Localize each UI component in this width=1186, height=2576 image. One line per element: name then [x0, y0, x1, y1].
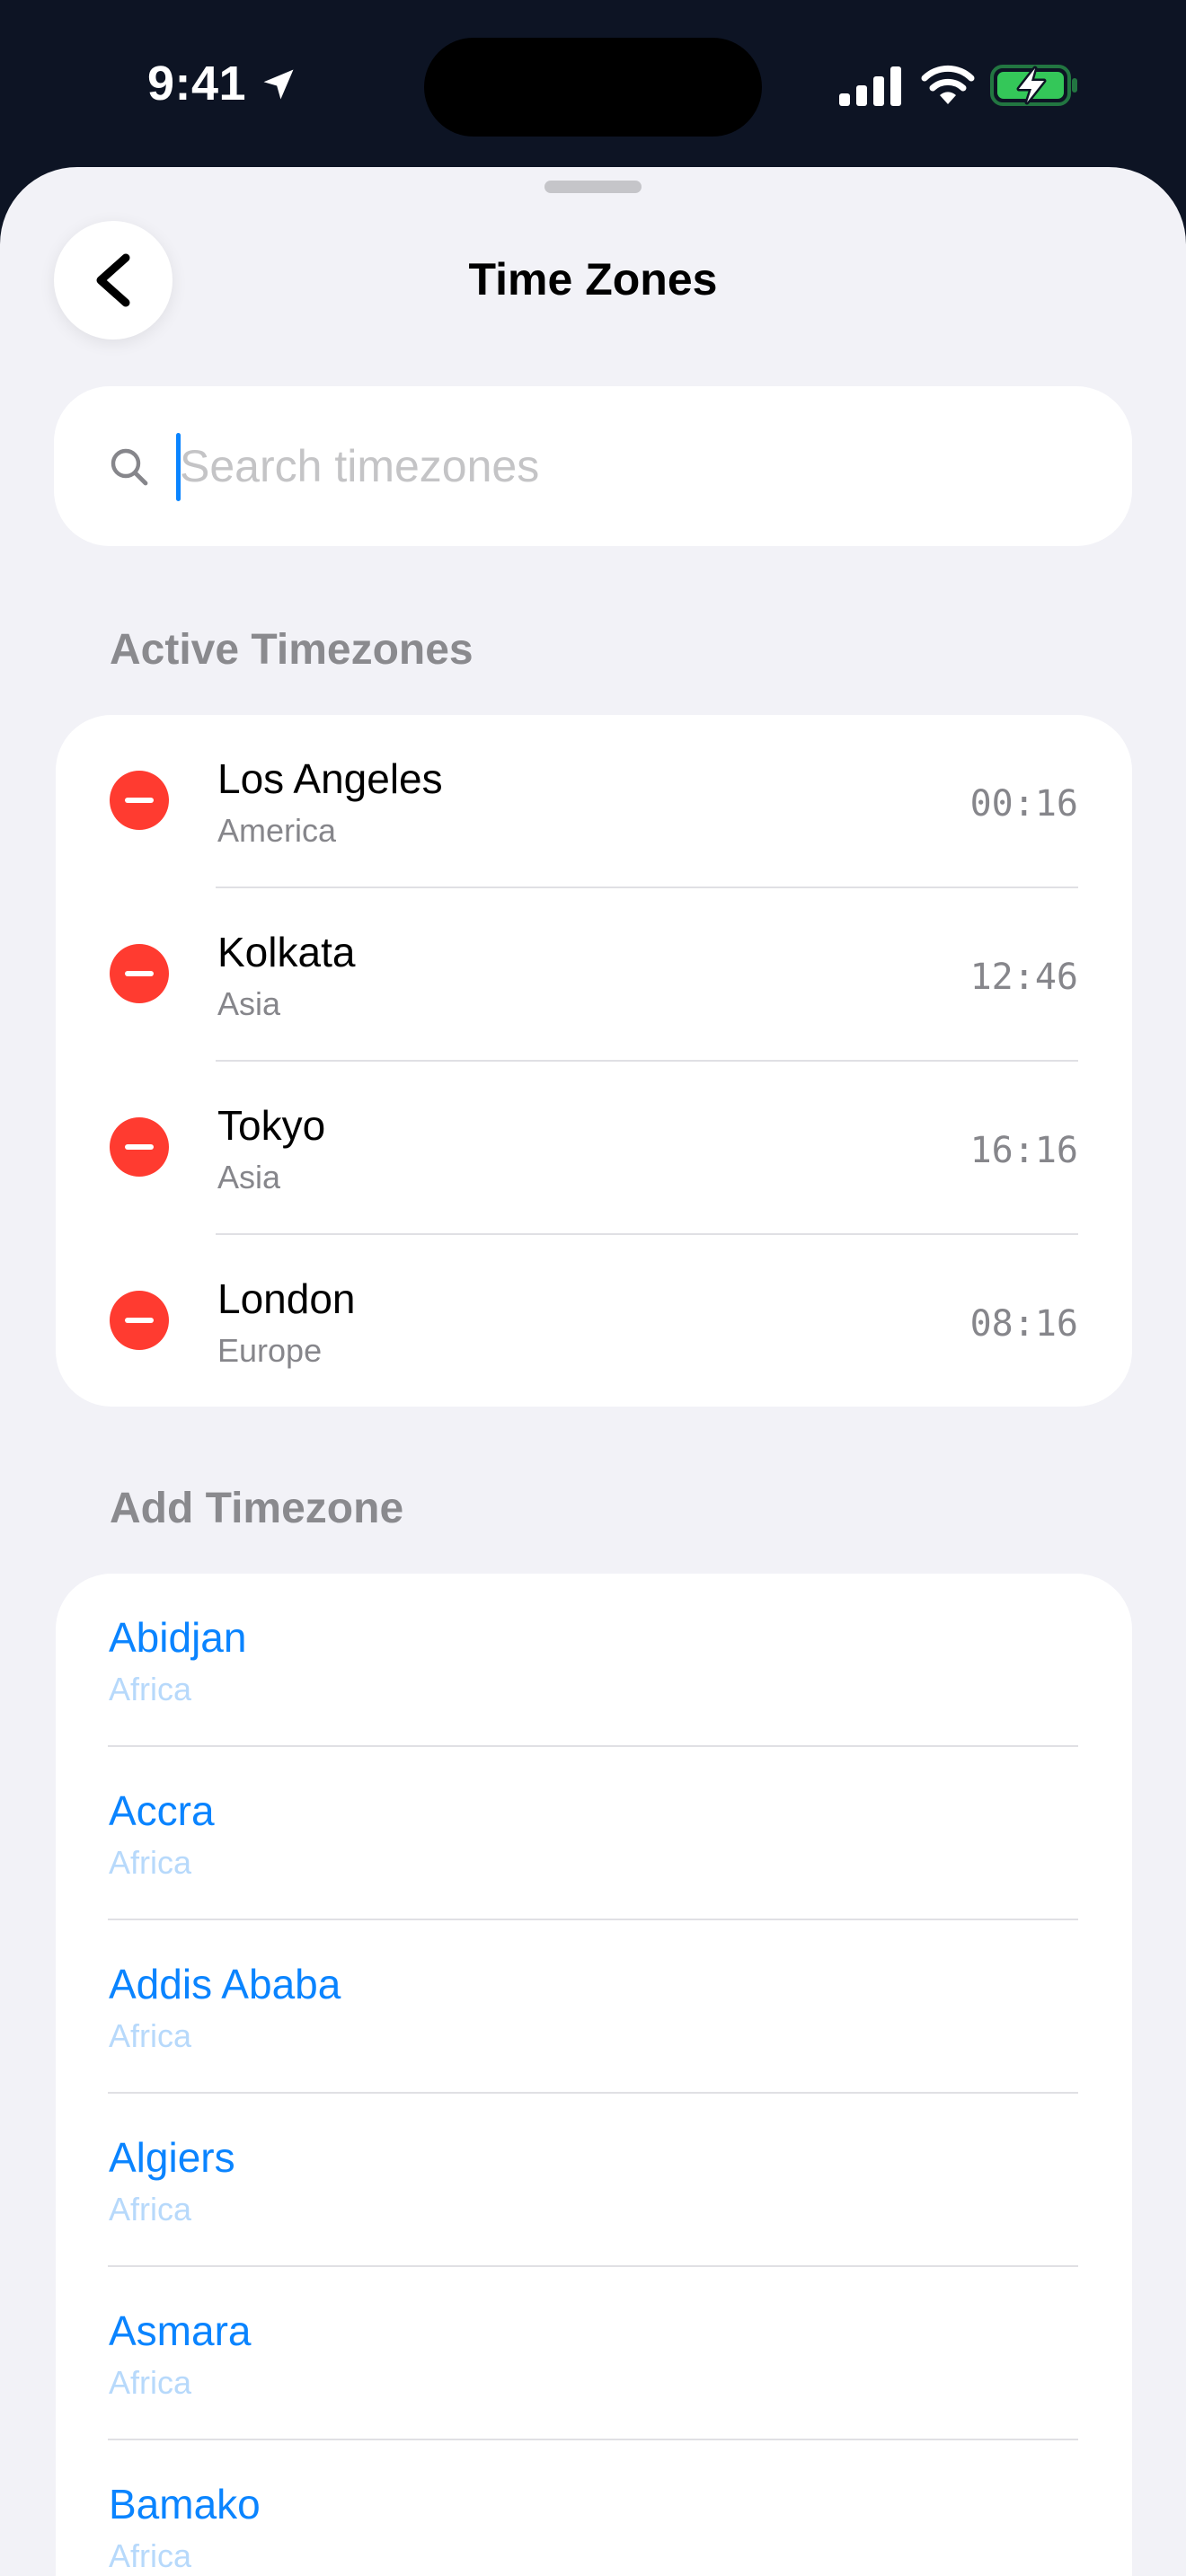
- sheet-grabber[interactable]: [544, 181, 642, 193]
- list-item[interactable]: Los Angeles America 00:16: [56, 715, 1132, 888]
- add-timezone-header: Add Timezone: [110, 1485, 404, 1532]
- active-timezones-list: Los Angeles America 00:16 Kolkata Asia 1…: [56, 715, 1132, 1407]
- remove-circle-icon[interactable]: [110, 944, 169, 1003]
- battery-charging-icon: [990, 65, 1077, 106]
- list-item[interactable]: Asmara Africa: [56, 2267, 1132, 2440]
- list-item[interactable]: Accra Africa: [56, 1747, 1132, 1920]
- page-title: Time Zones: [468, 254, 718, 304]
- city-name: Asmara: [109, 2307, 252, 2354]
- city-name: Bamako: [109, 2481, 261, 2527]
- region-name: Europe: [217, 1332, 323, 1369]
- region-name: Africa: [109, 2364, 192, 2401]
- city-name: Abidjan: [109, 1614, 247, 1661]
- cellular-signal-icon: [839, 66, 901, 106]
- city-name: Algiers: [109, 2134, 235, 2181]
- city-name: Accra: [109, 1787, 215, 1834]
- city-name: Kolkata: [217, 929, 356, 975]
- region-name: Africa: [109, 2017, 192, 2054]
- city-name: Los Angeles: [217, 755, 443, 802]
- status-time: 9:41: [147, 57, 247, 110]
- location-arrow-icon: [263, 69, 294, 100]
- list-item[interactable]: London Europe 08:16: [56, 1235, 1132, 1408]
- search-icon: [111, 448, 148, 486]
- region-name: America: [217, 812, 337, 849]
- city-name: Tokyo: [217, 1102, 326, 1149]
- city-name: London: [217, 1275, 356, 1322]
- status-bar: 9:41: [0, 0, 1186, 167]
- remove-circle-icon[interactable]: [110, 1117, 169, 1177]
- list-item[interactable]: Addis Ababa Africa: [56, 1920, 1132, 2094]
- time-zones-sheet: Time Zones Search timezones Active Timez…: [0, 167, 1186, 2576]
- dynamic-island: [424, 38, 762, 137]
- remove-circle-icon[interactable]: [110, 1291, 169, 1350]
- local-time: 16:16: [969, 1130, 1078, 1171]
- search-input[interactable]: Search timezones: [54, 386, 1132, 546]
- region-name: Africa: [109, 2537, 192, 2574]
- list-item[interactable]: Algiers Africa: [56, 2094, 1132, 2267]
- list-item[interactable]: Abidjan Africa: [56, 1574, 1132, 1747]
- active-timezones-header: Active Timezones: [110, 626, 474, 674]
- city-name: Addis Ababa: [109, 1961, 341, 2007]
- local-time: 12:46: [969, 957, 1078, 998]
- region-name: Asia: [217, 1159, 281, 1195]
- list-item[interactable]: Tokyo Asia 16:16: [56, 1062, 1132, 1235]
- list-item[interactable]: Kolkata Asia 12:46: [56, 888, 1132, 1062]
- search-placeholder: Search timezones: [180, 441, 540, 491]
- local-time: 08:16: [969, 1303, 1078, 1345]
- list-item[interactable]: Bamako Africa: [56, 2440, 1132, 2576]
- region-name: Asia: [217, 985, 281, 1022]
- add-timezone-list: Abidjan Africa Accra Africa Addis Ababa …: [56, 1574, 1132, 2576]
- region-name: Africa: [109, 1844, 192, 1881]
- region-name: Africa: [109, 2191, 192, 2228]
- local-time: 00:16: [969, 783, 1078, 825]
- wifi-icon: [921, 65, 975, 104]
- remove-circle-icon[interactable]: [110, 771, 169, 830]
- region-name: Africa: [109, 1671, 192, 1707]
